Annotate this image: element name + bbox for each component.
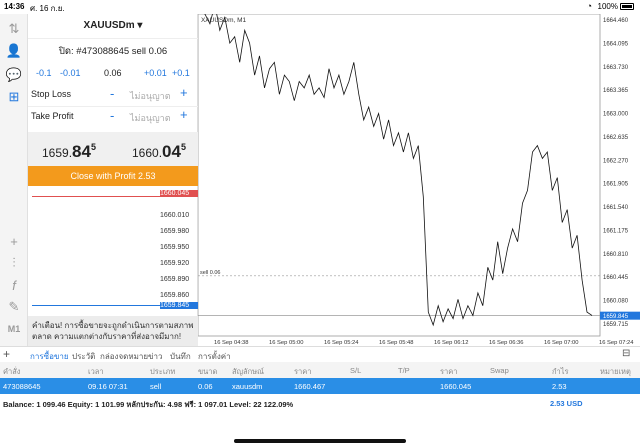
status-time: 14:36 bbox=[4, 2, 25, 11]
account-icon[interactable]: 👤 bbox=[4, 42, 24, 60]
depth-level-label: 1660.010 bbox=[160, 212, 190, 219]
table-cell: 0.06 bbox=[198, 382, 213, 391]
total-profit: 2.53 USD bbox=[550, 399, 583, 408]
depth-level-label: 1659.860 bbox=[160, 292, 190, 299]
take-profit-plus-button[interactable]: + bbox=[180, 107, 188, 122]
table-cell: xauusdm bbox=[232, 382, 263, 391]
ask-depth-line bbox=[32, 196, 160, 197]
y-tick-label: 1659.715 bbox=[603, 322, 629, 328]
warning-text: คำเตือน! การซื้อขายจะถูกดำเนินการตามสภาพ… bbox=[28, 316, 198, 346]
depth-level-label: 1659.950 bbox=[160, 244, 190, 251]
panel-layout-icon[interactable]: ⊟ bbox=[622, 348, 630, 359]
column-header[interactable]: ประเภท bbox=[150, 366, 175, 378]
indicators-icon[interactable]: f bbox=[4, 276, 24, 294]
close-with-profit-button[interactable]: Close with Profit 2.53 bbox=[28, 166, 198, 186]
table-cell: 473088645 bbox=[3, 382, 41, 391]
left-toolbar: ⇅ 👤 💬 ⊞ + ⫶ f ✎ M1 bbox=[0, 14, 28, 346]
y-tick-label: 1661.905 bbox=[603, 182, 629, 188]
column-header[interactable]: กำไร bbox=[552, 366, 569, 378]
volume-plus-large-button[interactable]: +0.1 bbox=[172, 68, 190, 78]
y-tick-label: 1660.080 bbox=[603, 299, 629, 305]
column-header[interactable]: คำสั่ง bbox=[3, 366, 20, 378]
sell-level-label: sell 0.06 bbox=[200, 270, 221, 276]
table-cell: sell bbox=[150, 382, 162, 391]
table-header: คำสั่ง เวลา ประเภท ขนาด สัญลักษณ์ ราคา S/L T/P ร… bbox=[0, 362, 640, 378]
y-tick-label: 1664.460 bbox=[603, 18, 629, 24]
table-cell: 2.53 bbox=[552, 382, 567, 391]
price-display: 1659.845 1660.045 bbox=[28, 132, 198, 166]
y-tick-label: 1663.000 bbox=[603, 112, 629, 118]
column-header[interactable]: ราคา bbox=[440, 366, 457, 378]
divider bbox=[28, 38, 198, 39]
y-tick-label: 1661.175 bbox=[603, 228, 629, 234]
take-profit-input[interactable]: ไม่อนุญาต bbox=[130, 111, 171, 125]
bottom-tabs: + การซื้อขาย ประวัติ กล่องจดหมาย ข่าว บั… bbox=[0, 346, 640, 362]
symbol-selector[interactable]: XAUUSDm ▾ bbox=[28, 20, 198, 31]
stop-loss-plus-button[interactable]: + bbox=[180, 85, 188, 100]
depth-level-label: 1659.845 bbox=[160, 302, 198, 309]
objects-icon[interactable]: ✎ bbox=[4, 298, 24, 316]
column-header[interactable]: Swap bbox=[490, 366, 509, 375]
balance-bar: Balance: 1 099.46 Equity: 1 101.99 หลักป… bbox=[0, 396, 640, 412]
ask-price: 1660.045 bbox=[132, 142, 186, 161]
bid-price-tag-label: 1659.845 bbox=[603, 314, 629, 320]
take-profit-label: Take Profit bbox=[31, 111, 74, 121]
stop-loss-label: Stop Loss bbox=[31, 89, 72, 99]
volume-plus-small-button[interactable]: +0.01 bbox=[144, 68, 167, 78]
y-tick-label: 1662.635 bbox=[603, 135, 629, 141]
timeframe-icon[interactable]: M1 bbox=[4, 320, 24, 338]
y-tick-label: 1664.095 bbox=[603, 41, 629, 47]
take-profit-minus-button[interactable]: - bbox=[110, 108, 114, 123]
depth-level-label: 1659.890 bbox=[160, 276, 190, 283]
battery-icon bbox=[620, 3, 634, 10]
column-header[interactable]: เวลา bbox=[88, 366, 104, 378]
price-chart[interactable]: XAUUSDm, M1 1664.460 1664.095 1663.730 1663.… bbox=[198, 14, 640, 346]
add-icon[interactable]: + bbox=[3, 347, 10, 361]
column-header[interactable]: ขนาด bbox=[198, 366, 217, 378]
table-row[interactable]: 473088645 09.16 07:31 sell 0.06 xauusdm 1660.… bbox=[0, 378, 640, 394]
depth-level-label: 1659.980 bbox=[160, 228, 190, 235]
bid-depth-line bbox=[32, 305, 160, 306]
column-header[interactable]: T/P bbox=[398, 366, 410, 375]
volume-minus-small-button[interactable]: -0.01 bbox=[60, 68, 81, 78]
depth-level-label: 1660.045 bbox=[160, 190, 198, 197]
chart-type-icon[interactable]: ⫶ bbox=[4, 254, 24, 272]
position-title: ปิด: #473088645 sell 0.06 bbox=[58, 46, 168, 57]
status-bar: 14:36 ศ. 16 ก.ย. ◔ 100% bbox=[0, 0, 640, 14]
y-tick-label: 1661.540 bbox=[603, 205, 629, 211]
volume-value[interactable]: 0.06 bbox=[104, 68, 122, 78]
y-tick-label: 1662.270 bbox=[603, 158, 629, 164]
market-depth: 1660.045 1660.010 1659.980 1659.950 1659.920… bbox=[28, 186, 198, 312]
column-header[interactable]: สัญลักษณ์ bbox=[232, 366, 264, 378]
take-profit-row: Take Profit - ไม่อนุญาต + bbox=[28, 106, 198, 128]
battery-indicator: 100% bbox=[598, 2, 634, 11]
home-indicator bbox=[234, 439, 406, 443]
crosshair-icon[interactable]: + bbox=[4, 232, 24, 250]
column-header[interactable]: S/L bbox=[350, 366, 361, 375]
y-tick-label: 1663.365 bbox=[603, 88, 629, 94]
y-tick-label: 1663.730 bbox=[603, 65, 629, 71]
wifi-icon: ◔ bbox=[586, 1, 592, 11]
table-cell: 09.16 07:31 bbox=[88, 382, 128, 391]
stop-loss-input[interactable]: ไม่อนุญาต bbox=[130, 89, 171, 103]
table-cell: 1660.467 bbox=[294, 382, 326, 391]
y-tick-label: 1660.445 bbox=[603, 275, 629, 281]
stop-loss-minus-button[interactable]: - bbox=[110, 86, 114, 101]
column-header[interactable]: ราคา bbox=[294, 366, 311, 378]
chat-icon[interactable]: 💬 bbox=[4, 66, 24, 84]
plot-area bbox=[198, 14, 601, 337]
order-panel: XAUUSDm ▾ ปิด: #473088645 sell 0.06 -0.1… bbox=[28, 14, 198, 346]
stop-loss-row: Stop Loss - ไม่อนุญาต + bbox=[28, 84, 198, 106]
balance-text: Balance: 1 099.46 Equity: 1 101.99 หลักป… bbox=[3, 400, 294, 409]
new-order-icon[interactable]: ⊞ bbox=[4, 88, 24, 106]
y-tick-label: 1660.810 bbox=[603, 252, 629, 258]
table-cell: 1660.045 bbox=[440, 382, 472, 391]
volume-minus-large-button[interactable]: -0.1 bbox=[36, 68, 52, 78]
depth-level-label: 1659.920 bbox=[160, 260, 190, 267]
column-header[interactable]: หมายเหตุ bbox=[600, 366, 631, 378]
bid-price: 1659.845 bbox=[42, 142, 96, 161]
quotes-icon[interactable]: ⇅ bbox=[4, 20, 24, 38]
chart-svg[interactable]: XAUUSDm, M1 1664.4601664.0951663.7301663.… bbox=[198, 14, 640, 346]
